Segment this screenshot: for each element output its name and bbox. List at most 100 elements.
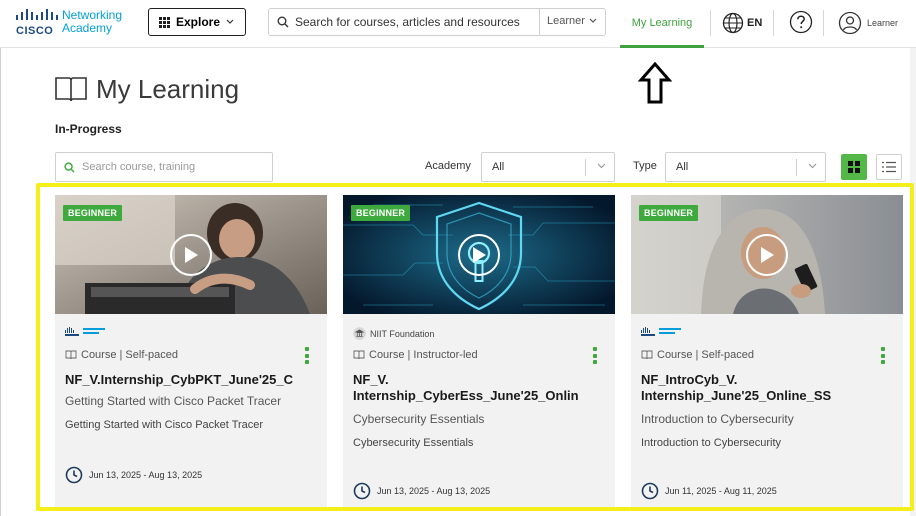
grid-icon [159, 16, 170, 28]
play-button[interactable] [170, 234, 212, 276]
list-view-button[interactable] [876, 154, 902, 180]
level-badge: BEGINNER [63, 205, 123, 221]
level-badge: BEGINNER [639, 205, 699, 221]
section-title: In-Progress [55, 122, 122, 136]
more-options-icon[interactable] [593, 347, 597, 364]
type-filter-label: Type [633, 160, 657, 172]
select-divider [796, 159, 797, 176]
type-filter-select[interactable]: All [665, 152, 826, 182]
course-description: Getting Started with Cisco Packet Tracer [65, 419, 264, 431]
select-divider [585, 159, 586, 176]
brand-line-2: Academy [62, 21, 113, 35]
course-search [55, 152, 273, 182]
list-view-icon [882, 161, 896, 173]
course-thumbnail[interactable]: BEGINNER [343, 195, 615, 314]
clock-icon [353, 482, 371, 500]
academy-filter-select[interactable]: All [481, 152, 615, 182]
nav-divider [823, 10, 824, 36]
page-title: My Learning [54, 74, 239, 104]
course-dates-text: Jun 13, 2025 - Aug 13, 2025 [377, 486, 491, 496]
course-title[interactable]: NF_V.Internship_CybPKT_June'25_C [65, 372, 323, 388]
book-icon [353, 350, 365, 360]
course-meta-text: Course | Self-paced [657, 349, 755, 361]
book-icon [65, 350, 77, 360]
search-icon [277, 16, 289, 28]
course-title[interactable]: NF_V. Internship_CyberEss_June'25_Onlin [353, 372, 611, 404]
user-menu[interactable]: Learner [838, 10, 898, 36]
course-meta-text: Course | Self-paced [81, 349, 179, 361]
clock-icon [641, 482, 659, 500]
course-dates-text: Jun 11, 2025 - Aug 11, 2025 [665, 486, 777, 496]
chevron-down-icon [226, 19, 234, 24]
nav-divider [710, 10, 711, 36]
course-description: Introduction to Cybersecurity [641, 437, 782, 449]
course-dates-text: Jun 13, 2025 - Aug 13, 2025 [89, 470, 203, 480]
open-book-icon [55, 77, 87, 102]
course-subtitle: Introduction to Cybersecurity [641, 412, 794, 426]
chevron-down-icon [597, 163, 606, 169]
course-meta: Course | Self-paced [641, 349, 754, 361]
chevron-down-icon [808, 163, 817, 169]
explore-button[interactable]: Explore [148, 8, 246, 36]
course-subtitle: Cybersecurity Essentials [353, 412, 485, 426]
globe-icon [722, 12, 744, 34]
netacad-logo[interactable]: CISCO Networking Academy [14, 8, 134, 40]
course-dates: Jun 13, 2025 - Aug 13, 2025 [353, 482, 490, 500]
help-icon[interactable] [789, 10, 813, 34]
grid-view-icon [848, 161, 860, 173]
global-search-input[interactable] [295, 13, 535, 31]
level-badge: BEGINNER [351, 205, 411, 221]
provider-info: NIIT Foundation [353, 327, 434, 340]
play-button[interactable] [746, 234, 788, 276]
course-thumbnail[interactable]: BEGINNER [55, 195, 327, 314]
nav-my-learning[interactable]: My Learning [620, 0, 704, 48]
page-title-text: My Learning [96, 73, 240, 104]
course-search-input[interactable] [82, 159, 262, 175]
search-scope-label: Learner [547, 15, 585, 27]
brand-name: Networking Academy [62, 9, 122, 35]
cisco-netacad-mini-logo [641, 327, 681, 336]
course-description: Cybersecurity Essentials [353, 437, 474, 449]
nav-divider [773, 10, 774, 36]
top-navigation: CISCO Networking Academy Explore Learner… [0, 0, 916, 48]
provider-logo [65, 327, 109, 337]
search-icon [64, 162, 75, 173]
course-card[interactable]: BEGINNER Course | Self-paced NF_IntroCyb… [631, 195, 903, 507]
language-label: EN [747, 17, 763, 29]
more-options-icon[interactable] [305, 347, 309, 364]
language-selector[interactable]: EN [722, 10, 762, 36]
provider-logo [641, 327, 685, 337]
play-icon [185, 247, 198, 263]
course-meta: Course | Self-paced [65, 349, 178, 361]
course-meta: Course | Instructor-led [353, 349, 478, 361]
course-thumbnail[interactable]: BEGINNER [631, 195, 903, 314]
cisco-bars-icon [16, 9, 58, 20]
academy-filter-label: Academy [425, 160, 471, 172]
play-icon [473, 247, 486, 263]
grid-view-button[interactable] [841, 154, 867, 180]
clock-icon [65, 466, 83, 484]
type-filter-value: All [676, 161, 689, 173]
more-options-icon[interactable] [881, 347, 885, 364]
arrow-up-icon [638, 62, 672, 104]
cisco-netacad-mini-logo [65, 327, 105, 336]
chevron-down-icon [589, 18, 597, 23]
user-avatar-icon [838, 11, 862, 35]
play-button[interactable] [458, 234, 500, 276]
course-card[interactable]: BEGINNER Course | Self-paced NF_V.Intern… [55, 195, 327, 507]
play-icon [761, 247, 774, 263]
institution-icon [353, 327, 366, 340]
course-meta-text: Course | Instructor-led [369, 349, 478, 361]
search-scope-select[interactable]: Learner [547, 15, 597, 27]
course-card[interactable]: BEGINNER NIIT Foundation Course | Instru… [343, 195, 615, 507]
provider-name: NIIT Foundation [370, 328, 435, 339]
global-search: Learner [268, 8, 606, 36]
search-divider [539, 9, 540, 35]
course-dates: Jun 13, 2025 - Aug 13, 2025 [65, 466, 202, 484]
course-title[interactable]: NF_IntroCyb_V. Internship_June'25_Online… [641, 372, 899, 404]
book-icon [641, 350, 653, 360]
explore-label: Explore [176, 15, 221, 29]
academy-filter-value: All [492, 161, 505, 173]
course-dates: Jun 11, 2025 - Aug 11, 2025 [641, 482, 777, 500]
cisco-wordmark: CISCO [16, 25, 54, 37]
